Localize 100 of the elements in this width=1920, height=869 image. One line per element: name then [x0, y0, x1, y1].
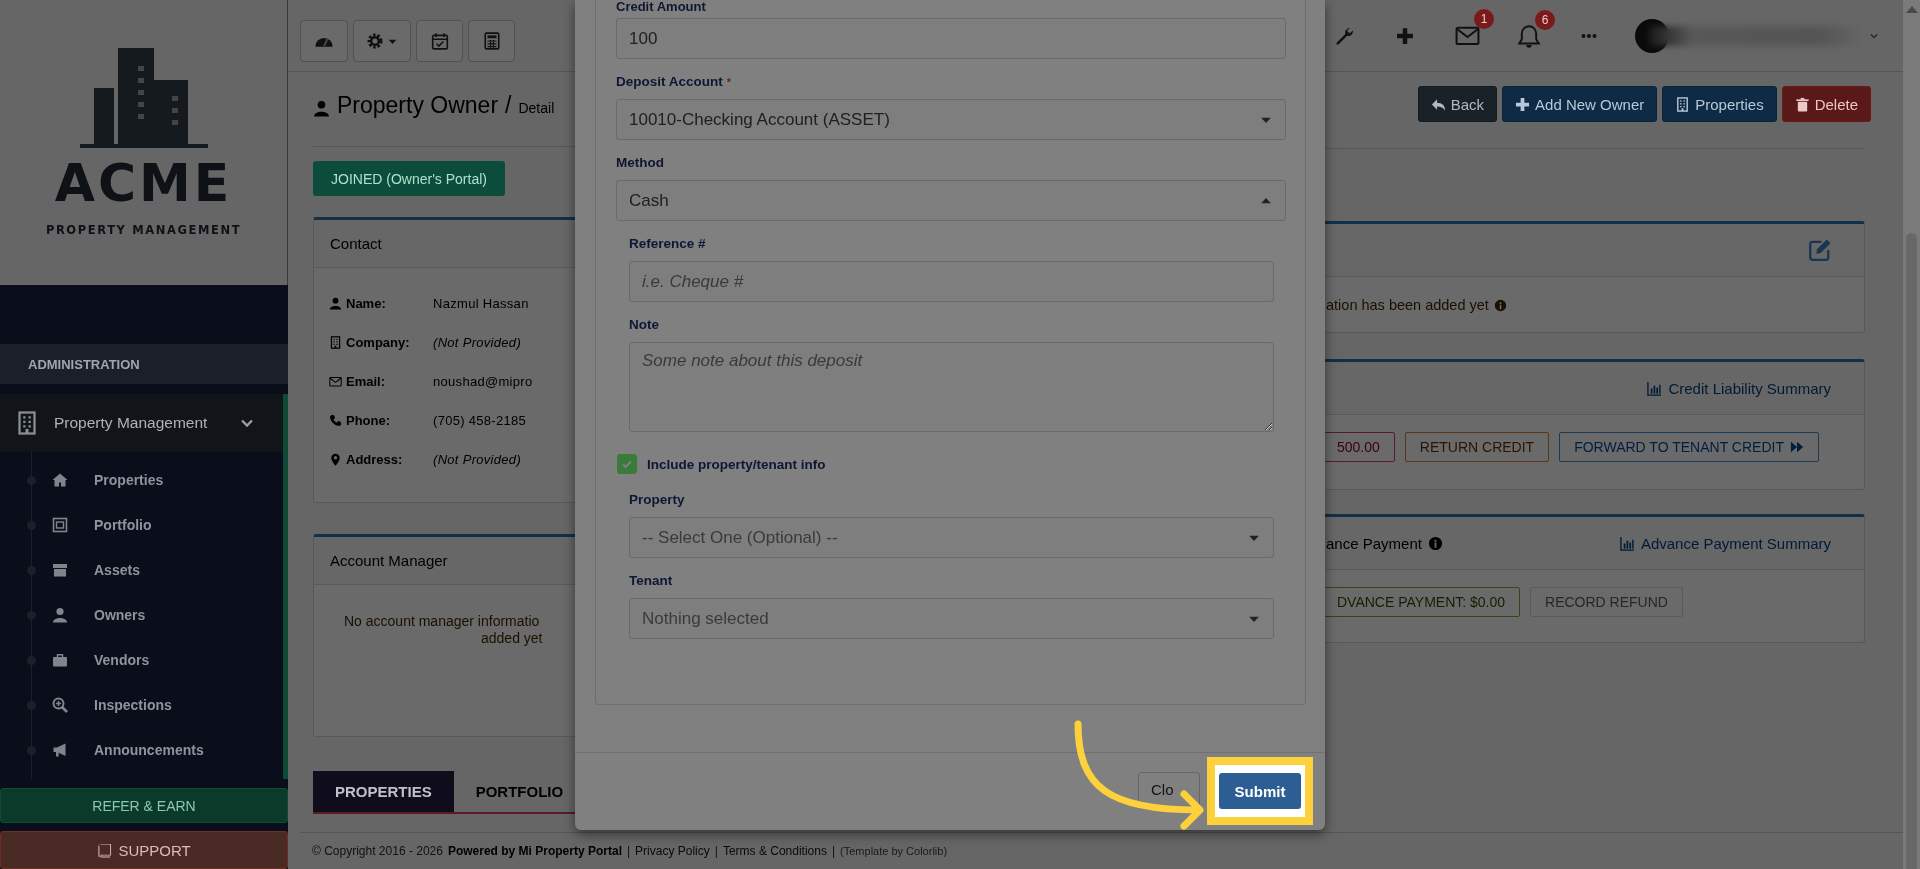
edit-icon[interactable]: [1807, 238, 1833, 262]
sidebar-item[interactable]: Properties: [94, 472, 164, 489]
user-icon: [329, 297, 342, 310]
settings-icon: [366, 32, 384, 50]
dashboard-button[interactable]: [300, 20, 348, 62]
calculator-button[interactable]: [468, 20, 515, 62]
count-badge: 1: [1474, 9, 1494, 29]
field-label: Address:: [346, 452, 403, 467]
field-label: Email:: [346, 374, 385, 389]
checkbox-label: Include property/tenant info: [647, 456, 826, 472]
field-label: Property: [629, 492, 686, 508]
sidebar-item[interactable]: Vendors: [94, 652, 150, 669]
field-label: Tenant: [629, 573, 674, 589]
archive-box-icon: [52, 562, 68, 579]
zoom-in-icon: [52, 697, 68, 714]
home-icon: [52, 472, 68, 489]
bell-icon[interactable]: [1517, 23, 1541, 48]
sidebar-item[interactable]: Inspections: [94, 697, 172, 714]
building-icon: [329, 336, 342, 349]
input-field[interactable]: 100: [616, 18, 1286, 59]
breadcrumb-separator: /: [505, 92, 512, 119]
input-field[interactable]: i.e. Cheque #: [629, 261, 1274, 302]
breadcrumb-current: Detail: [518, 100, 555, 116]
field-value: Nazmul Hassan: [433, 296, 529, 311]
briefcase-icon: [52, 652, 68, 669]
building-icon: [1675, 96, 1691, 112]
user-icon: [313, 98, 330, 118]
field-label: Note: [629, 317, 660, 333]
empty-message: added yet: [480, 630, 544, 647]
copyright-text: © Copyright 2016 - 2026: [312, 844, 443, 858]
logo-tagline: PROPERTY MANAGEMENT: [45, 223, 242, 237]
field-label: Phone:: [346, 413, 391, 428]
calendar-button[interactable]: [416, 20, 463, 62]
wrench-icon[interactable]: [1335, 26, 1353, 45]
page-title: Property Owner: [337, 92, 499, 119]
action-button[interactable]: 500.00: [1325, 432, 1395, 462]
footer-link[interactable]: Terms & Conditions: [722, 844, 827, 858]
menu-group-label: Property Management: [54, 413, 208, 432]
powered-by-link[interactable]: Powered by Mi Property Portal: [447, 844, 622, 858]
field-label: Credit Amount: [616, 0, 707, 13]
footer-separator: |: [831, 844, 836, 858]
submit-button[interactable]: Submit: [1219, 773, 1301, 809]
template-credit: (Template by Colorlib): [840, 845, 948, 857]
bar-chart-icon: [1619, 535, 1635, 551]
portal-status-button[interactable]: JOINED (Owner's Portal): [313, 161, 505, 196]
dropdown[interactable]: 10010-Checking Account (ASSET): [616, 99, 1286, 140]
checkbox[interactable]: [617, 454, 637, 474]
close-button[interactable]: Clo: [1138, 771, 1200, 808]
field-value: noushad@mipro: [433, 374, 533, 389]
menu-group[interactable]: Property Management: [0, 393, 283, 452]
support-button[interactable]: SUPPORT: [0, 831, 288, 869]
plus-icon[interactable]: [1396, 26, 1414, 45]
add-button[interactable]: Add New Owner: [1502, 86, 1658, 122]
field-label: Company:: [346, 335, 410, 350]
section-header: ADMINISTRATION: [0, 344, 288, 384]
refer-button[interactable]: REFER & EARN: [0, 787, 288, 824]
field-label: Reference #: [629, 236, 707, 252]
field-label: Method: [616, 155, 665, 171]
tab[interactable]: PROPERTIES: [313, 771, 454, 812]
empty-message: No account manager informatio: [343, 613, 541, 630]
building-icon: [15, 408, 39, 437]
field-value: (Not Provided): [433, 452, 521, 467]
field-label: Deposit Account *: [616, 74, 733, 90]
calendar-check-icon: [430, 32, 449, 50]
footer-separator: |: [626, 844, 631, 858]
field-label: Name:: [346, 296, 386, 311]
logo-text: ACME: [54, 155, 233, 211]
book-icon: [97, 842, 113, 858]
phone-icon: [329, 414, 342, 427]
dropdown[interactable]: Cash: [616, 180, 1286, 221]
count-badge: 6: [1535, 9, 1555, 30]
info-icon: [1493, 298, 1507, 312]
map-pin-icon: [329, 453, 342, 466]
action-button[interactable]: RETURN CREDIT: [1404, 432, 1550, 462]
back-button[interactable]: Back: [1417, 86, 1498, 122]
empty-message: ation has been added yet: [1326, 297, 1489, 313]
footer-link[interactable]: Privacy Policy: [635, 844, 710, 858]
megaphone-icon: [52, 742, 68, 759]
user-icon: [52, 607, 68, 624]
tab[interactable]: PORTFOLIO: [453, 771, 575, 812]
calculator-icon: [482, 32, 501, 50]
settings-button[interactable]: [353, 20, 411, 62]
sidebar-item[interactable]: Owners: [94, 607, 146, 624]
field-value: (Not Provided): [433, 335, 521, 350]
field-value: (705) 458-2185: [433, 413, 527, 428]
portfolio-icon: [52, 517, 68, 534]
properties-button[interactable]: Properties: [1662, 86, 1777, 122]
delete-button[interactable]: Delete: [1781, 86, 1871, 122]
footer-separator: |: [714, 844, 718, 858]
sidebar-item[interactable]: Announcements: [94, 742, 204, 759]
text-area[interactable]: Some note about this deposit: [629, 342, 1274, 432]
sidebar-item[interactable]: Portfolio: [94, 517, 152, 534]
scroll-up-arrow-icon[interactable]: [1905, 6, 1918, 13]
plus-icon: [1515, 96, 1531, 112]
envelope-icon: [329, 375, 342, 388]
required-mark: *: [726, 76, 732, 88]
card-title: ance Payment: [1326, 534, 1422, 552]
double-arrow-icon: [1789, 440, 1804, 454]
sidebar-item[interactable]: Assets: [94, 562, 140, 579]
info-icon: [1427, 535, 1443, 551]
